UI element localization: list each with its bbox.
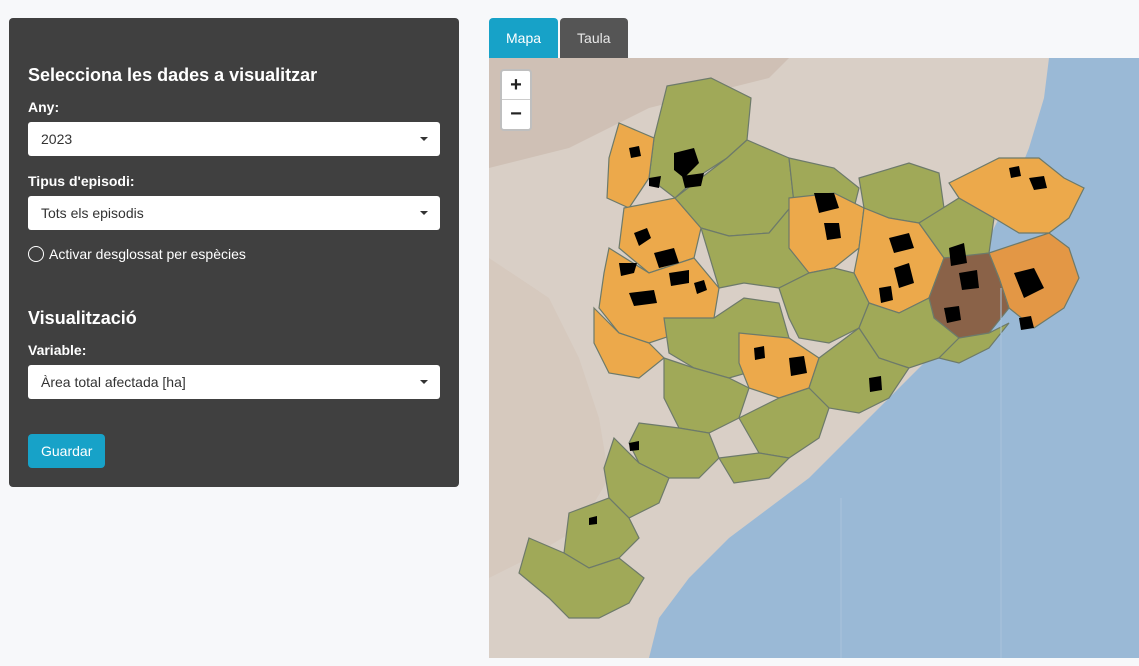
chevron-down-icon — [420, 211, 428, 215]
chevron-down-icon — [420, 137, 428, 141]
episode-type-select-value: Tots els episodis — [41, 205, 144, 221]
episode-type-select[interactable]: Tots els episodis — [28, 196, 440, 230]
species-breakdown-label: Activar desglossat per espècies — [49, 246, 246, 262]
save-button[interactable]: Guardar — [28, 434, 106, 468]
map-canvas[interactable] — [489, 58, 1139, 658]
species-breakdown-toggle[interactable]: Activar desglossat per espècies — [28, 246, 246, 262]
tab-map[interactable]: Mapa — [489, 18, 559, 58]
zoom-in-button[interactable]: + — [502, 71, 530, 100]
section-title-visualization: Visualització — [28, 308, 137, 328]
section-title-data-selection: Selecciona les dades a visualitzar — [28, 65, 318, 85]
variable-select-value: Àrea total afectada [ha] — [41, 374, 186, 390]
variable-select[interactable]: Àrea total afectada [ha] — [28, 365, 440, 399]
zoom-out-button[interactable]: − — [502, 100, 530, 129]
episode-type-label: Tipus d'episodi: — [28, 173, 135, 189]
zoom-control: + − — [500, 69, 532, 131]
filter-panel: Selecciona les dades a visualitzar Any: … — [9, 18, 459, 487]
variable-label: Variable: — [28, 342, 87, 358]
chevron-down-icon — [420, 380, 428, 384]
radio-button[interactable] — [28, 246, 44, 262]
view-tabs: Mapa Taula — [489, 18, 628, 58]
year-select-value: 2023 — [41, 131, 73, 147]
choropleth-map[interactable] — [489, 58, 1139, 658]
tab-table[interactable]: Taula — [560, 18, 628, 58]
year-label: Any: — [28, 99, 60, 115]
year-select[interactable]: 2023 — [28, 122, 440, 156]
